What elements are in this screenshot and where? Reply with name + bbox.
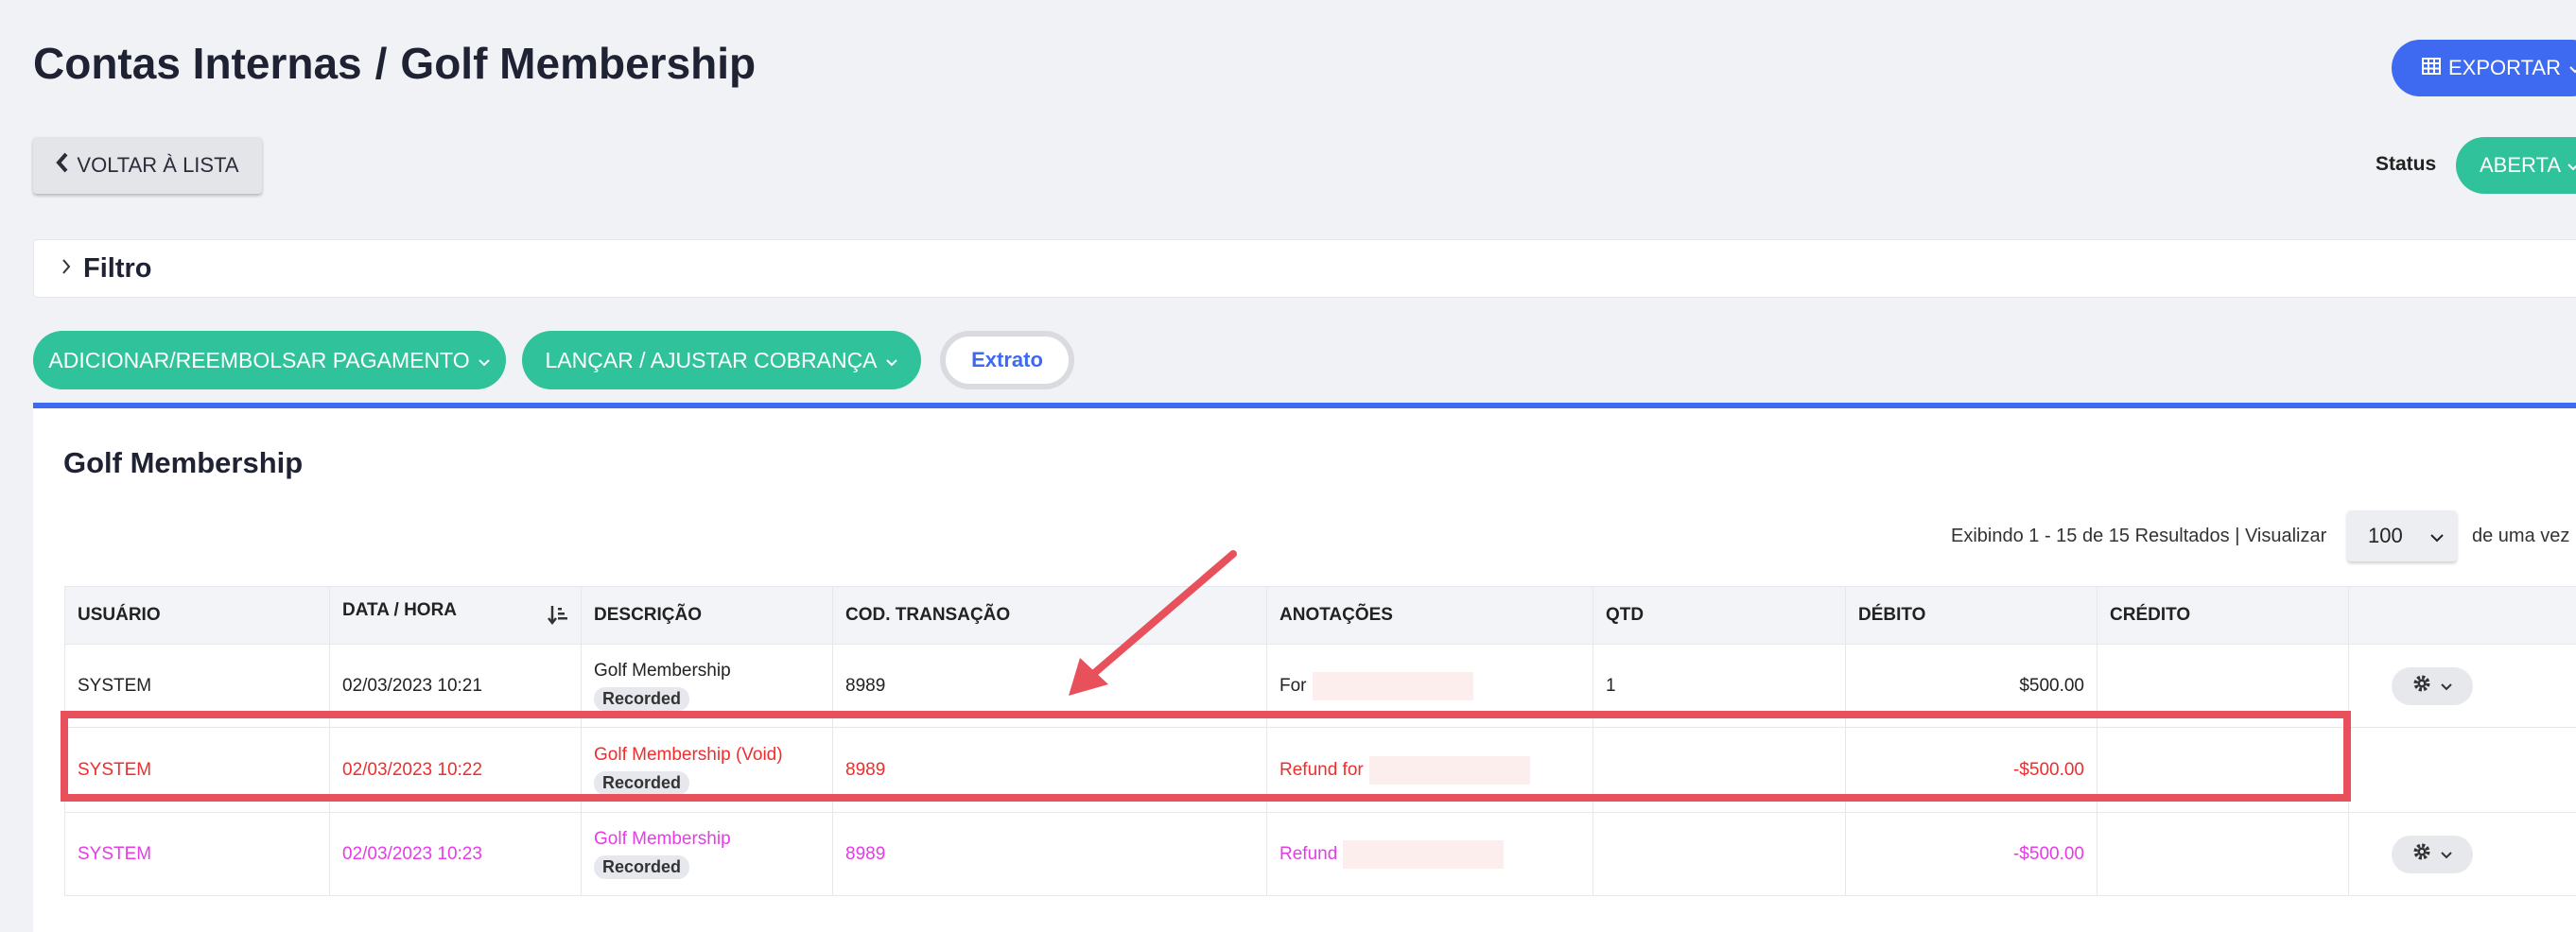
statement-label: Extrato	[971, 348, 1043, 372]
back-to-list-label: VOLTAR À LISTA	[77, 153, 238, 178]
cell-notes: Refund	[1267, 813, 1593, 896]
chevron-left-icon	[56, 152, 69, 179]
cell-qty	[1593, 813, 1846, 896]
column-header-description: DESCRIÇÃO	[582, 587, 833, 645]
column-header-credit: CRÉDITO	[2097, 587, 2349, 645]
status-badge: Recorded	[594, 855, 689, 879]
description-text: Golf Membership	[594, 661, 820, 682]
column-header-datetime[interactable]: DATA / HORA	[330, 587, 582, 645]
export-button[interactable]: EXPORTAR	[2392, 40, 2576, 96]
row-actions-button[interactable]	[2392, 836, 2473, 873]
row-actions-button[interactable]	[2392, 667, 2473, 705]
filter-title: Filtro	[83, 253, 152, 285]
cell-transaction-code: 8989	[833, 813, 1267, 896]
back-to-list-button[interactable]: VOLTAR À LISTA	[33, 137, 262, 194]
cell-datetime: 02/03/2023 10:23	[330, 813, 582, 896]
column-header-actions	[2349, 587, 2576, 645]
breadcrumb-current: Golf Membership	[400, 39, 756, 88]
cell-actions	[2349, 728, 2576, 813]
card-title: Golf Membership	[63, 446, 303, 480]
chevron-right-icon	[61, 257, 72, 281]
column-header-datetime-label: DATA / HORA	[342, 600, 457, 620]
column-header-debit: DÉBITO	[1846, 587, 2097, 645]
per-page-value: 100	[2368, 524, 2403, 548]
table-icon	[2422, 56, 2441, 80]
description-text: Golf Membership	[594, 829, 820, 850]
page-title: Contas Internas /Golf Membership	[33, 38, 756, 89]
post-adjust-charge-label: LANÇAR / AJUSTAR COBRANÇA	[545, 348, 877, 373]
per-page-select[interactable]: 100	[2347, 510, 2457, 561]
chevron-down-icon	[2567, 153, 2576, 178]
cell-user: SYSTEM	[65, 813, 330, 896]
export-label: EXPORTAR	[2448, 56, 2561, 80]
add-refund-payment-label: ADICIONAR/REEMBOLSAR PAGAMENTO	[48, 348, 469, 373]
table-header-row: USUÁRIO DATA / HORA DESCRIÇÃO COD. TRANS…	[65, 587, 2576, 645]
cell-debit: -$500.00	[1846, 813, 2097, 896]
breadcrumb-root[interactable]: Contas Internas	[33, 39, 362, 88]
cell-actions	[2349, 813, 2576, 896]
column-header-notes: ANOTAÇÕES	[1267, 587, 1593, 645]
transactions-card: Golf Membership Exibindo 1 - 15 de 15 Re…	[33, 403, 2576, 932]
arrow-annotation	[1059, 546, 1248, 707]
status-dropdown[interactable]: ABERTA	[2456, 137, 2576, 194]
notes-text: For	[1279, 676, 1307, 696]
chevron-down-icon	[2441, 844, 2452, 865]
chevron-down-icon	[2441, 676, 2452, 697]
cell-credit	[2097, 813, 2349, 896]
status-badge: Recorded	[594, 687, 689, 711]
sort-icon[interactable]	[548, 604, 568, 630]
notes-text: Refund	[1279, 844, 1337, 864]
chevron-down-icon	[2429, 524, 2445, 548]
gear-icon	[2412, 842, 2431, 867]
highlight-box-annotation	[61, 711, 2351, 802]
chevron-down-icon	[2568, 56, 2576, 80]
per-page-suffix: de uma vez	[2472, 526, 2569, 547]
chevron-down-icon	[885, 348, 898, 373]
post-adjust-charge-button[interactable]: LANÇAR / AJUSTAR COBRANÇA	[522, 331, 921, 389]
cell-actions	[2349, 645, 2576, 728]
gear-icon	[2412, 674, 2431, 699]
breadcrumb-separator: /	[375, 39, 388, 88]
results-summary: Exibindo 1 - 15 de 15 Resultados | Visua…	[1951, 526, 2326, 547]
status-label: Status	[2376, 153, 2436, 176]
status-value: ABERTA	[2480, 153, 2561, 178]
redacted-text	[1343, 840, 1504, 869]
table-row: SYSTEM 02/03/2023 10:23 Golf Membership …	[65, 813, 2576, 896]
statement-button[interactable]: Extrato	[940, 331, 1074, 389]
cell-description: Golf Membership Recorded	[582, 813, 833, 896]
chevron-down-icon	[478, 348, 491, 373]
filter-panel[interactable]: Filtro	[33, 239, 2576, 298]
column-header-qty: QTD	[1593, 587, 1846, 645]
column-header-user: USUÁRIO	[65, 587, 330, 645]
redacted-text	[1313, 672, 1473, 700]
add-refund-payment-button[interactable]: ADICIONAR/REEMBOLSAR PAGAMENTO	[33, 331, 506, 389]
